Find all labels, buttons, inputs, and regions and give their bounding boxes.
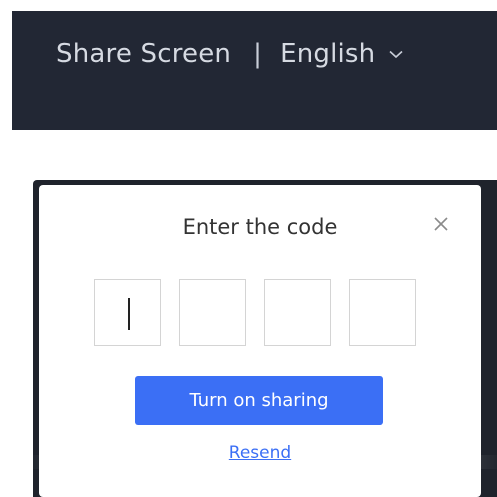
code-digit-3-input[interactable] <box>264 279 331 346</box>
share-screen-link[interactable]: Share Screen <box>56 39 231 69</box>
header-separator: | <box>253 39 263 69</box>
header-nav: Share Screen | English <box>56 39 403 69</box>
page: Share Screen | English Enter the code Tu… <box>0 0 497 497</box>
dialog-title: Enter the code <box>182 215 338 239</box>
language-label: English <box>280 39 376 69</box>
close-icon[interactable] <box>431 214 451 234</box>
code-input-group <box>94 279 416 346</box>
text-caret <box>128 298 130 330</box>
code-digit-2-input[interactable] <box>179 279 246 346</box>
chevron-down-icon <box>389 50 403 59</box>
code-digit-1-input[interactable] <box>94 279 161 346</box>
top-header: Share Screen | English <box>12 11 497 130</box>
code-digit-4-input[interactable] <box>349 279 416 346</box>
turn-on-sharing-button[interactable]: Turn on sharing <box>135 376 383 425</box>
resend-link[interactable]: Resend <box>39 443 481 463</box>
language-selector[interactable]: English <box>280 39 403 69</box>
enter-code-dialog: Enter the code Turn on sharing Resend <box>39 185 481 497</box>
